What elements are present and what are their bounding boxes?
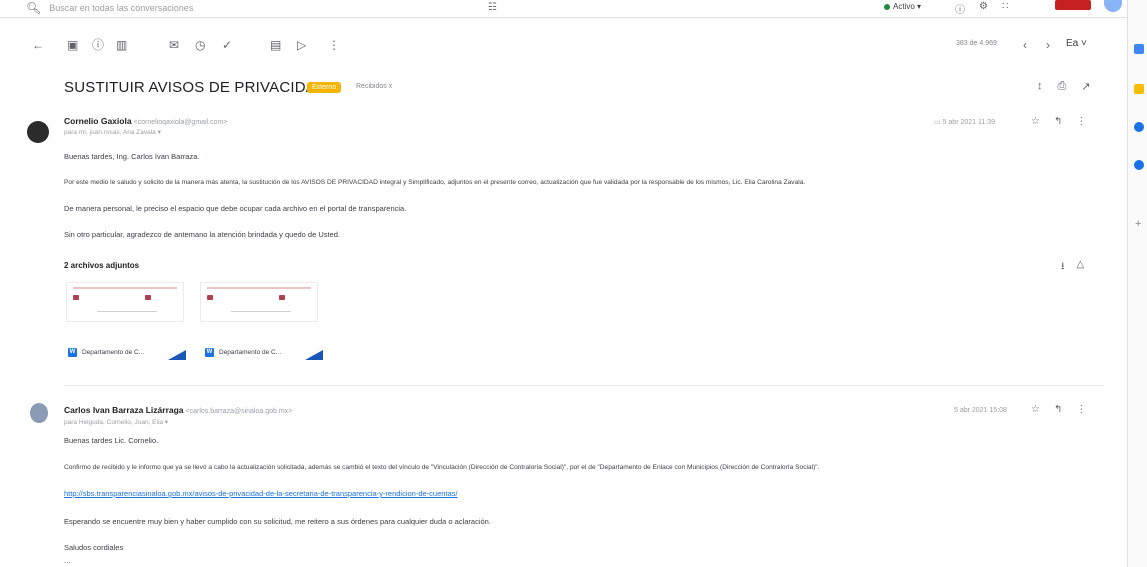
attachments-title: 2 archivos adjuntos <box>64 261 140 270</box>
mark-unread-icon[interactable]: ✉ <box>169 34 179 56</box>
tasks-icon[interactable] <box>1134 122 1144 132</box>
thumbnail-logo <box>73 295 79 300</box>
help-icon[interactable]: ⓘ <box>955 1 965 16</box>
attachment-chip[interactable]: W Departamento de C... <box>68 344 186 360</box>
thumbnail-line <box>231 311 291 312</box>
message-date: 5 abr 2021 15:08 <box>954 407 1007 414</box>
account-avatar[interactable] <box>1104 0 1122 12</box>
more-options-icon[interactable]: ⋮ <box>328 34 340 56</box>
portal-link[interactable]: http://sbs.transparenciasinaloa.gob.mx/a… <box>64 489 458 498</box>
sender-avatar[interactable] <box>27 121 49 143</box>
settings-icon[interactable]: ⚙ <box>979 1 988 16</box>
sender-name[interactable]: Cornelio Gaxiola <cornelioqaxiola@gmail.c… <box>64 116 227 126</box>
brand-logo <box>1055 0 1091 10</box>
download-all-icon[interactable]: ⭳ <box>1061 259 1065 276</box>
label-icon[interactable]: ▷ <box>297 34 306 56</box>
body-line: Confirmo de recibido y le informo que ya… <box>64 464 820 471</box>
sender-email: <carlos.barraza@sinaloa.gob.mx> <box>185 408 293 415</box>
show-trimmed-content-button[interactable]: ... <box>64 556 71 565</box>
attachment-fold <box>168 350 186 360</box>
attachment-name: Departamento de C... <box>82 348 145 356</box>
calendar-icon[interactable] <box>1134 44 1144 54</box>
more-icon[interactable]: ⋮ <box>1076 116 1086 127</box>
thumbnail-logo <box>145 295 151 300</box>
message-date: ▭ 5 abr 2021 11:39 <box>934 118 995 126</box>
archive-icon[interactable]: ▣ <box>67 34 78 56</box>
older-chevron-icon[interactable]: ‹ <box>1023 34 1027 56</box>
back-arrow-icon[interactable]: ← <box>32 34 44 56</box>
save-to-drive-icon[interactable]: △ <box>1077 259 1085 276</box>
search-box[interactable]: 🔍︎ Buscar en todas las conversaciones <box>26 0 193 16</box>
body-line: Buenas tardes, Ing. Carlos Ivan Barraza. <box>64 152 200 161</box>
attachment-thumbnail[interactable] <box>66 282 184 322</box>
add-addon-icon[interactable]: + <box>1135 218 1141 230</box>
body-line: Sin otro particular, agradezco de antema… <box>64 230 341 239</box>
divider <box>0 17 1128 18</box>
message-counter: 383 de 4.969 <box>956 40 997 47</box>
star-icon[interactable]: ☆ <box>1031 404 1040 415</box>
top-bar: 🔍︎ Buscar en todas las conversaciones ☷ … <box>0 0 1147 18</box>
sender-name-text: Carlos Ivan Barraza Lizárraga <box>64 405 184 415</box>
recipients-dropdown[interactable]: para mí, juan.rosas, Ana Zavala ▾ <box>64 128 161 136</box>
keep-icon[interactable] <box>1134 84 1144 94</box>
search-options-icon[interactable]: ☷ <box>488 2 497 13</box>
external-badge: Externo <box>307 82 342 93</box>
body-line: Saludos cordiales <box>64 543 124 552</box>
move-to-icon[interactable]: ▤ <box>270 34 281 56</box>
search-icon[interactable]: 🔍︎ <box>26 1 41 15</box>
sender-avatar[interactable] <box>30 403 48 423</box>
contacts-icon[interactable] <box>1134 160 1144 170</box>
thumbnail-header <box>73 287 177 289</box>
thumbnail-logo <box>207 295 213 300</box>
sender-name[interactable]: Carlos Ivan Barraza Lizárraga <carlos.bar… <box>64 405 292 415</box>
thumbnail-line <box>97 311 157 312</box>
word-doc-icon: W <box>205 347 214 357</box>
print-icon[interactable]: ⎙ <box>1058 80 1067 93</box>
reply-icon[interactable]: ↰ <box>1054 116 1062 127</box>
open-new-window-icon[interactable]: ↗ <box>1081 80 1090 93</box>
email-subject: SUSTITUIR AVISOS DE PRIVACIDAD <box>64 79 327 96</box>
body-line: Por este medio le saludo y solicito de l… <box>64 179 806 186</box>
attachment-thumbnail[interactable] <box>200 282 318 322</box>
snooze-icon[interactable]: ◷ <box>195 34 205 56</box>
star-icon[interactable]: ☆ <box>1031 116 1040 127</box>
report-spam-icon[interactable]: ⓘ <box>92 34 104 56</box>
newer-chevron-icon[interactable]: › <box>1046 34 1050 56</box>
thumbnail-logo <box>279 295 285 300</box>
delete-icon[interactable]: ▥ <box>116 34 127 56</box>
side-panel: + <box>1127 0 1147 567</box>
attachment-chip[interactable]: W Departamento de C... <box>205 344 323 360</box>
attachment-name: Departamento de C... <box>219 348 282 356</box>
body-line: Esperando se encuentre muy bien y haber … <box>64 517 491 526</box>
search-input[interactable]: Buscar en todas las conversaciones <box>49 3 193 13</box>
body-line: Buenas tardes Lic. Cornelio. <box>64 436 159 445</box>
apps-icon[interactable]: ∷ <box>1002 1 1008 16</box>
sender-name-text: Cornelio Gaxiola <box>64 116 132 126</box>
attachment-fold <box>305 350 323 360</box>
expand-all-icon[interactable]: ↕ <box>1037 80 1043 93</box>
thumbnail-header <box>207 287 311 289</box>
word-doc-icon: W <box>68 347 77 357</box>
recipients-dropdown[interactable]: para Helguda, Cornelio, Juan, Elia ▾ <box>64 418 168 426</box>
sender-email: <cornelioqaxiola@gmail.com> <box>133 119 228 126</box>
reply-icon[interactable]: ↰ <box>1054 404 1062 415</box>
message-divider <box>64 385 1104 386</box>
more-icon[interactable]: ⋮ <box>1076 404 1086 415</box>
attachment-indicator-icon: ▭ <box>934 119 941 126</box>
status-selector[interactable]: Activo ▾ <box>884 2 921 11</box>
input-tools-button[interactable]: Ea ˅ <box>1066 38 1087 49</box>
message-date-text: 5 abr 2021 11:39 <box>942 119 995 126</box>
body-line: De manera personal, le preciso el espaci… <box>64 204 407 213</box>
status-label: Activo ▾ <box>893 2 922 11</box>
add-task-icon[interactable]: ✓ <box>222 34 232 56</box>
inbox-label-chip[interactable]: Recibidos x <box>356 83 392 90</box>
status-dot <box>884 3 890 10</box>
